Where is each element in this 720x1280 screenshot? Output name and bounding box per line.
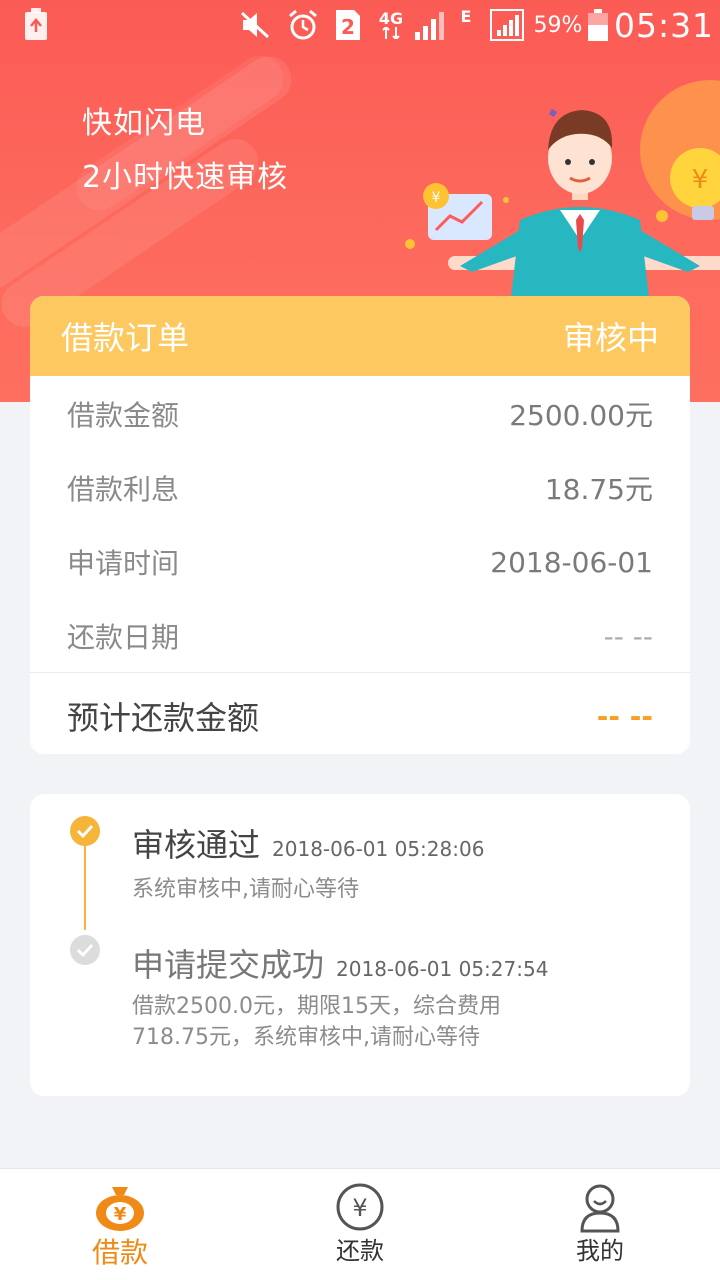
money-bag-icon: ¥	[92, 1179, 148, 1235]
svg-text:¥: ¥	[692, 165, 709, 195]
nav-label: 我的	[576, 1237, 624, 1265]
nav-label: 还款	[336, 1237, 384, 1265]
timeline-connector	[84, 838, 86, 930]
row-repay-date: 还款日期 -- --	[67, 616, 653, 656]
check-inactive-icon	[70, 935, 100, 965]
order-header: 借款订单 审核中	[30, 296, 690, 376]
row-expected-repayment: 预计还款金额 -- --	[67, 694, 653, 738]
nav-label: 借款	[91, 1236, 148, 1269]
event-time: 2018-06-01 05:27:54	[336, 957, 549, 981]
yen-circle-icon: ¥	[332, 1179, 388, 1235]
timeline-item-submitted: 申请提交成功 2018-06-01 05:27:54	[132, 940, 548, 986]
row-label: 借款利息	[67, 473, 180, 506]
event-desc: 借款2500.0元，期限15天，综合费用718.75元，系统审核中,请耐心等待	[132, 994, 501, 1050]
hero-headline: 快如闪电	[82, 106, 206, 141]
row-label: 借款金额	[67, 399, 180, 432]
clock: 05:31	[613, 5, 715, 45]
nav-item-loan[interactable]: ¥ 借款	[0, 1169, 240, 1280]
loan-order-card: 借款订单 审核中 借款金额 2500.00元 借款利息 18.75元 申请时间 …	[30, 296, 690, 754]
user-icon	[572, 1179, 628, 1235]
check-active-icon	[70, 816, 100, 846]
svg-text:¥: ¥	[114, 1204, 127, 1225]
order-title: 借款订单	[61, 319, 190, 357]
signal-icon	[412, 8, 448, 42]
loan-order-screen: 2 4G E 59% 05:31 快如闪电 2小时快速审核 ¥ ¥ 借款订单 审…	[0, 0, 720, 1280]
svg-text:¥: ¥	[352, 1194, 367, 1222]
sim2-icon: 2	[334, 8, 362, 42]
event-time: 2018-06-01 05:28:06	[272, 837, 485, 861]
alarm-icon	[286, 8, 320, 42]
recycle-battery-icon	[22, 8, 50, 42]
signal2-icon	[488, 8, 526, 42]
battery-icon	[586, 8, 610, 42]
review-timeline-card: 审核通过 2018-06-01 05:28:06 系统审核中,请耐心等待 申请提…	[30, 794, 690, 1096]
nav-item-repay[interactable]: ¥ 还款	[240, 1169, 480, 1280]
event-title: 审核通过	[132, 826, 261, 864]
row-value: -- --	[603, 619, 653, 653]
divider	[30, 672, 690, 673]
event-title: 申请提交成功	[132, 946, 325, 984]
row-label: 还款日期	[67, 621, 180, 654]
mute-icon	[238, 8, 272, 42]
hero-subheadline: 2小时快速审核	[82, 160, 289, 195]
order-status-badge: 审核中	[562, 319, 659, 357]
network-4g-icon: 4G	[376, 8, 406, 42]
svg-text:¥: ¥	[432, 190, 441, 206]
businessman-illustration: ¥ ¥	[400, 70, 720, 310]
row-label: 申请时间	[67, 547, 180, 580]
battery-percent: 59%	[533, 12, 583, 38]
row-loan-amount: 借款金额 2500.00元	[67, 394, 653, 434]
row-value: 18.75元	[544, 473, 653, 506]
row-value: 2500.00元	[509, 399, 653, 432]
svg-text:2: 2	[341, 15, 355, 39]
chart-card-icon: ¥	[423, 183, 492, 240]
total-label: 预计还款金额	[67, 699, 260, 737]
row-loan-interest: 借款利息 18.75元	[67, 468, 653, 508]
network-e-icon: E	[460, 6, 472, 26]
status-bar: 2 4G E 59% 05:31	[0, 0, 720, 50]
bottom-navigation: ¥ 借款 ¥ 还款 我的	[0, 1168, 720, 1280]
timeline-item-approved: 审核通过 2018-06-01 05:28:06	[132, 820, 484, 866]
event-desc: 系统审核中,请耐心等待	[132, 877, 359, 902]
row-value: 2018-06-01	[490, 545, 653, 579]
total-value: -- --	[596, 699, 653, 733]
row-apply-time: 申请时间 2018-06-01	[67, 542, 653, 582]
nav-item-mine[interactable]: 我的	[480, 1169, 720, 1280]
